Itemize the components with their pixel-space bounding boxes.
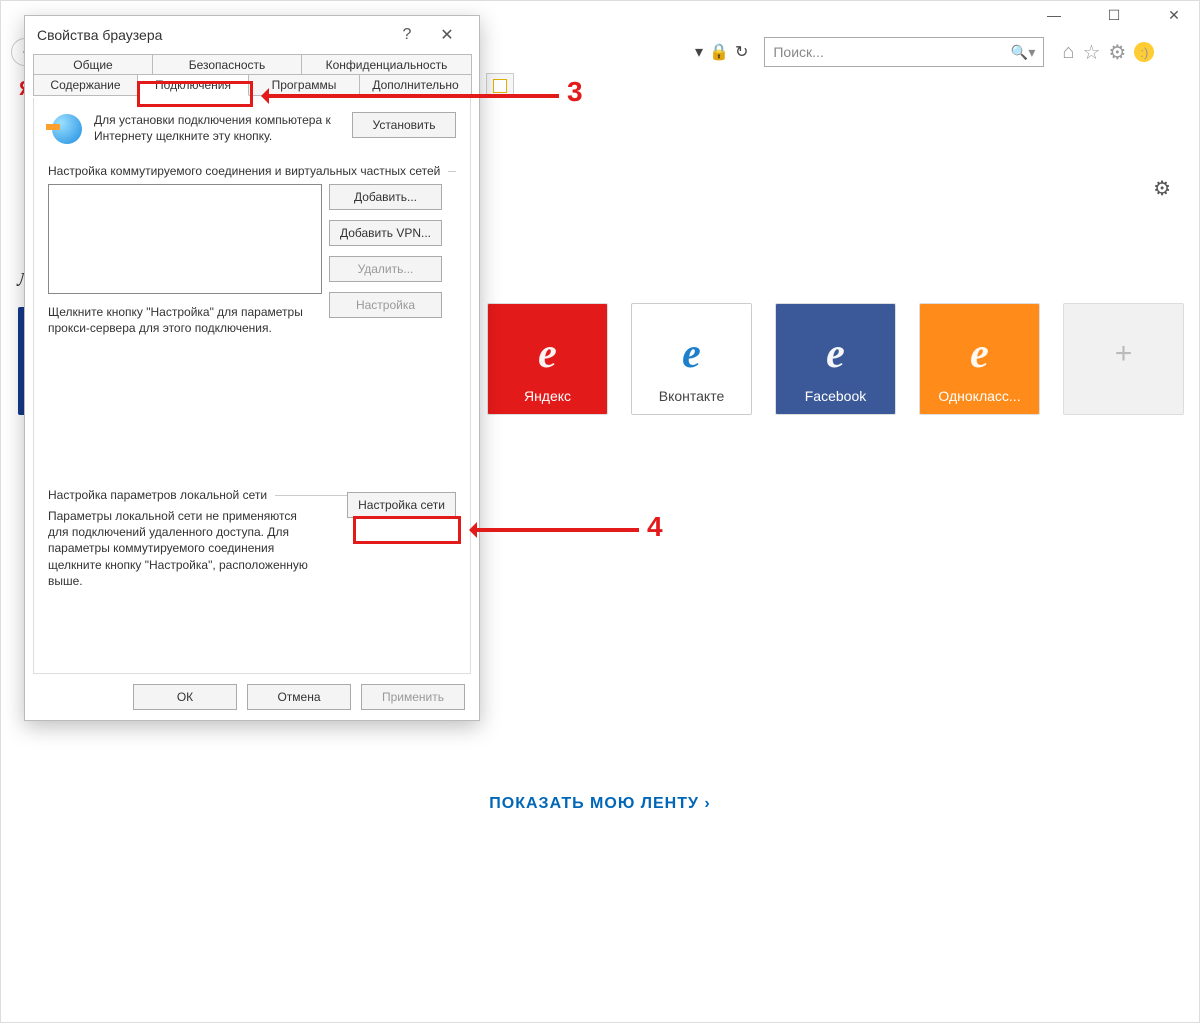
tile-add[interactable]: + [1063, 303, 1184, 415]
tab-general[interactable]: Общие [33, 54, 153, 76]
tile-yandex[interactable]: e Яндекс [487, 303, 608, 415]
search-placeholder: Поиск... [773, 44, 823, 60]
tile-label: Вконтакте [659, 388, 725, 404]
window-close-button[interactable]: ✕ [1159, 7, 1189, 24]
tab-advanced[interactable]: Дополнительно [359, 74, 472, 96]
favorites-icon[interactable]: ☆ [1082, 40, 1100, 65]
minimize-button[interactable]: — [1039, 7, 1069, 24]
ie-icon: e [538, 330, 557, 378]
search-input[interactable]: Поиск... 🔍▾ [764, 37, 1044, 67]
dialog-title: Свойства браузера [37, 27, 387, 43]
dialog-close-button[interactable]: ✕ [427, 25, 467, 45]
refresh-button[interactable]: ↻ [735, 42, 748, 62]
dialog-titlebar: Свойства браузера ? ✕ [25, 16, 479, 54]
tools-gear-icon[interactable]: ⚙ [1108, 40, 1126, 65]
connection-settings-button: Настройка [329, 292, 442, 318]
tile-label: Facebook [805, 388, 866, 404]
tile-odnoklassniki[interactable]: e Однокласс... [919, 303, 1040, 415]
proxy-hint-text: Щелкните кнопку "Настройка" для параметр… [48, 304, 322, 336]
maximize-button[interactable]: ☐ [1099, 7, 1129, 24]
tab-privacy[interactable]: Конфиденциальность [301, 54, 472, 76]
feedback-smiley-icon[interactable]: :) [1134, 42, 1154, 62]
ie-icon: e [970, 330, 989, 378]
dialup-section-label: Настройка коммутируемого соединения и ви… [48, 164, 456, 178]
dialog-body: Для установки подключения компьютера к И… [33, 98, 471, 674]
tab-content[interactable]: Содержание [33, 74, 138, 96]
annotation-arrow-3 [263, 94, 559, 98]
apply-button: Применить [361, 684, 465, 710]
page-settings-gear-icon[interactable]: ⚙ [1153, 176, 1171, 201]
add-connection-button[interactable]: Добавить... [329, 184, 442, 210]
annotation-arrow-4 [471, 528, 639, 532]
tile-label: Яндекс [524, 388, 571, 404]
search-icon[interactable]: 🔍▾ [1011, 44, 1035, 61]
ie-icon: e [682, 330, 701, 378]
plus-icon: + [1115, 337, 1133, 371]
dropdown-icon[interactable]: ▾ [695, 42, 703, 62]
annotation-number-4: 4 [643, 511, 667, 543]
add-vpn-button[interactable]: Добавить VPN... [329, 220, 442, 246]
lock-icon: 🔒 [709, 42, 729, 62]
ok-button[interactable]: ОК [133, 684, 237, 710]
connections-listbox[interactable] [48, 184, 322, 294]
internet-options-dialog: Свойства браузера ? ✕ Общие Безопасность… [24, 15, 480, 721]
dialog-footer: ОК Отмена Применить [25, 674, 479, 720]
speed-dial-tiles: e Яндекс e Вконтакте e Facebook e Однокл… [487, 303, 1184, 415]
setup-text: Для установки подключения компьютера к И… [94, 112, 342, 144]
tab-connections[interactable]: Подключения [137, 74, 249, 96]
annotation-number-3: 3 [563, 76, 587, 108]
tile-label: Однокласс... [938, 388, 1020, 404]
delete-connection-button: Удалить... [329, 256, 442, 282]
tab-security[interactable]: Безопасность [152, 54, 302, 76]
tile-facebook[interactable]: e Facebook [775, 303, 896, 415]
dialog-tabs: Общие Безопасность Конфиденциальность Со… [33, 54, 471, 98]
lan-settings-button[interactable]: Настройка сети [347, 492, 456, 518]
ie-icon: e [826, 330, 845, 378]
connection-wizard-icon [48, 112, 84, 148]
toolbar-icons: ⌂ ☆ ⚙ :) [1062, 40, 1154, 65]
show-feed-link[interactable]: ПОКАЗАТЬ МОЮ ЛЕНТУ › [1, 795, 1199, 813]
window-controls: — ☐ ✕ [1039, 7, 1189, 24]
dialog-help-button[interactable]: ? [387, 26, 427, 44]
home-icon[interactable]: ⌂ [1062, 41, 1074, 64]
address-bar-right: ▾ 🔒 ↻ [695, 42, 748, 62]
cancel-button[interactable]: Отмена [247, 684, 351, 710]
lan-text: Параметры локальной сети не применяются … [48, 508, 318, 589]
install-button[interactable]: Установить [352, 112, 456, 138]
tile-vkontakte[interactable]: e Вконтакте [631, 303, 752, 415]
